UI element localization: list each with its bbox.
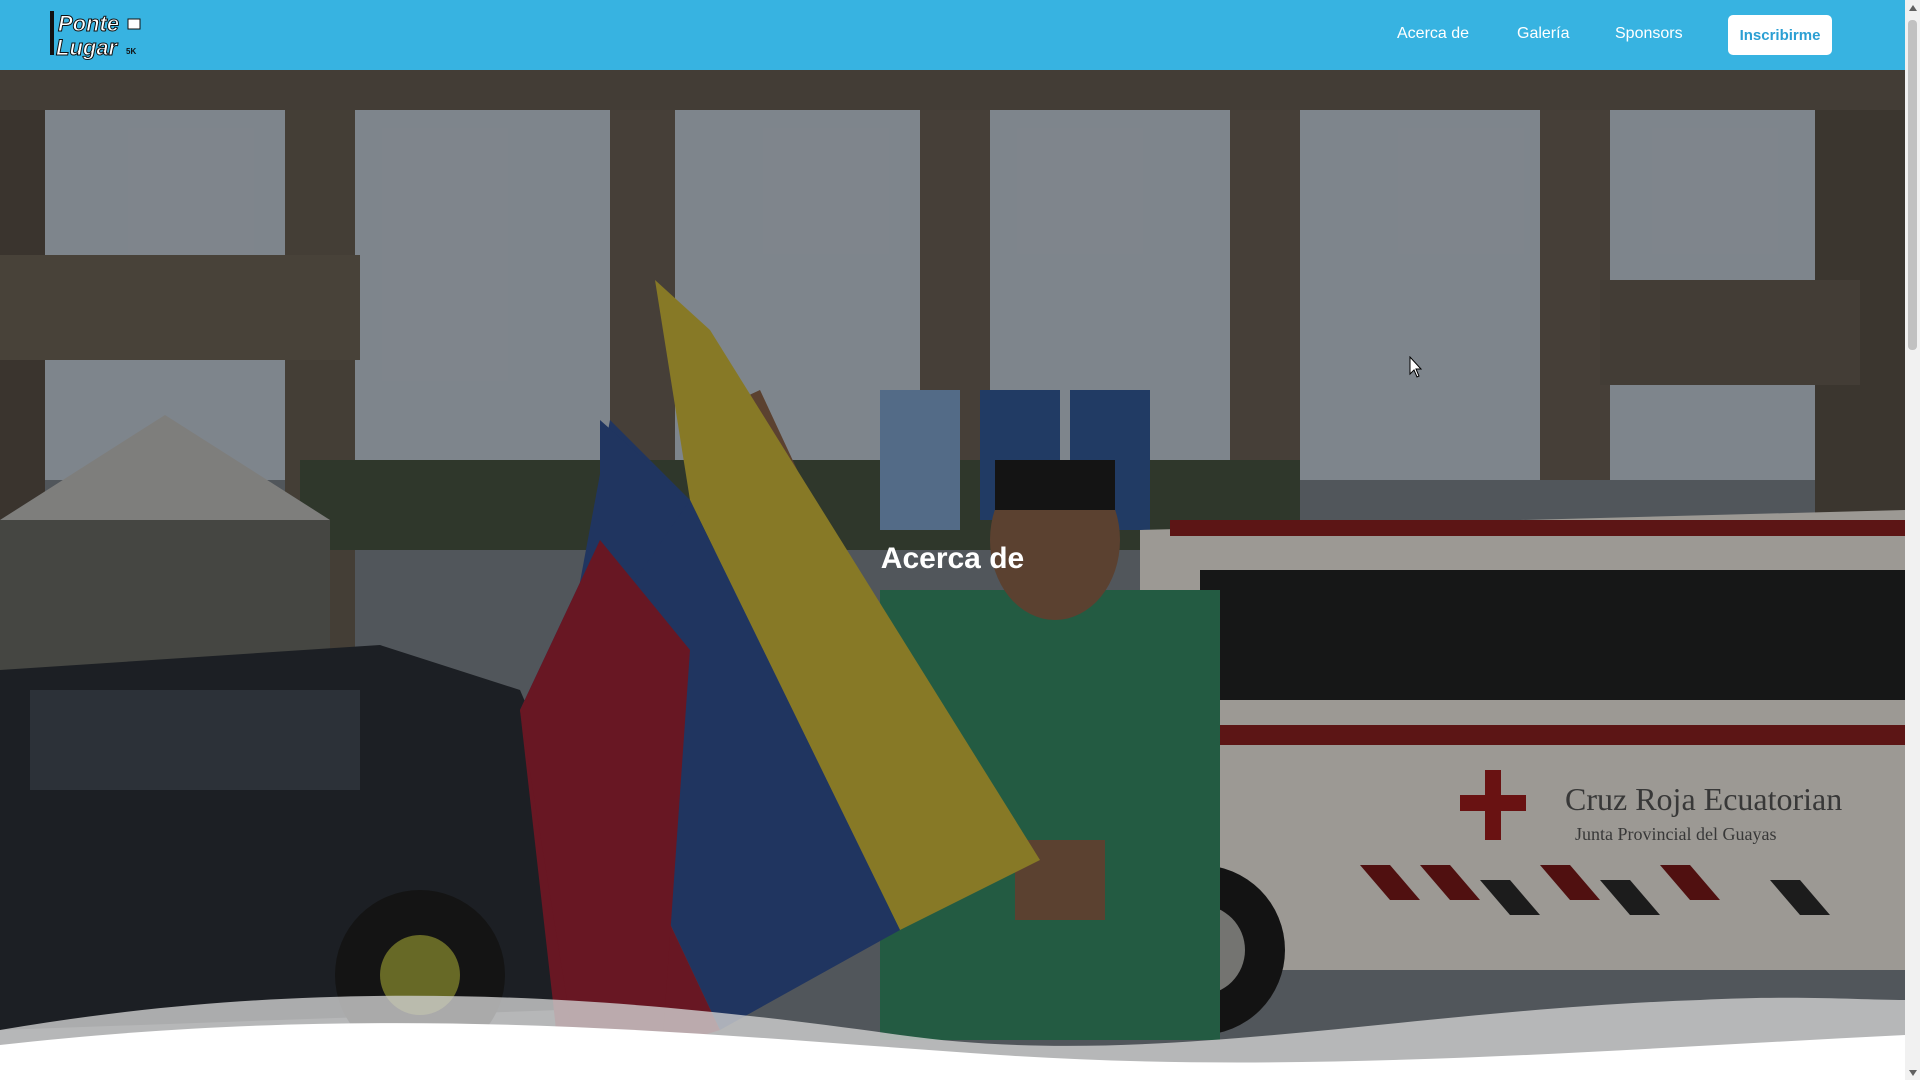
nav-link-sponsors[interactable]: Sponsors: [1615, 25, 1683, 43]
svg-text:Lugar: Lugar: [56, 35, 119, 60]
page-scrollbar[interactable]: [1905, 0, 1920, 1080]
logo-graphic: Ponte Lugar 5K: [50, 11, 141, 61]
nav-link-acerca[interactable]: Acerca de: [1397, 25, 1469, 43]
cursor-icon: [1409, 356, 1423, 378]
hero-bottom-wave: [0, 995, 1905, 1080]
svg-text:5K: 5K: [126, 47, 136, 56]
hero-title: Acerca de: [880, 542, 1025, 576]
nav-link-galeria[interactable]: Galería: [1517, 25, 1569, 43]
scroll-down-icon[interactable]: [1905, 1065, 1920, 1080]
site-logo[interactable]: Ponte Lugar 5K: [48, 9, 148, 61]
scroll-up-icon[interactable]: [1905, 0, 1920, 15]
site-header: Ponte Lugar 5K Acerca de Galería Sponsor…: [0, 0, 1905, 70]
page: Ponte Lugar 5K Acerca de Galería Sponsor…: [0, 0, 1905, 1080]
hero-section: Cruz Roja Ecuatorian Junta Provincial de…: [0, 70, 1905, 1080]
signup-button[interactable]: Inscribirme: [1728, 15, 1832, 55]
svg-text:Ponte: Ponte: [58, 11, 119, 36]
scrollbar-thumb[interactable]: [1908, 20, 1917, 350]
